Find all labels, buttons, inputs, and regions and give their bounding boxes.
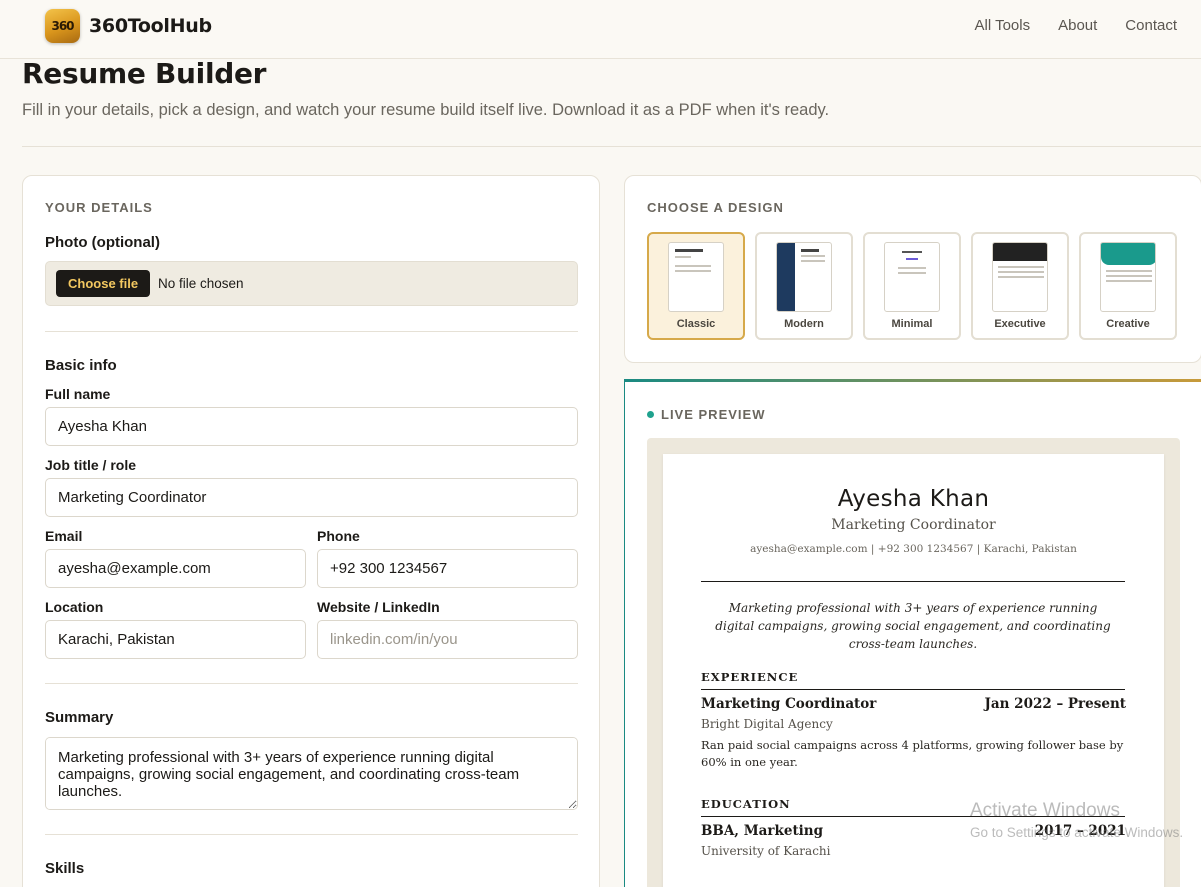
executive-thumbnail-icon — [992, 242, 1048, 312]
logo-text: 360 — [51, 19, 74, 33]
choose-file-button[interactable]: Choose file — [56, 270, 151, 297]
design-name: Creative — [1106, 318, 1150, 330]
photo-upload: Choose file No file chosen — [45, 261, 578, 306]
summary-heading: Summary — [45, 709, 114, 726]
email-input[interactable] — [45, 549, 306, 588]
resume-job-dates: Jan 2022 – Present — [984, 696, 1126, 712]
resume-school: University of Karachi — [701, 844, 831, 858]
design-name: Modern — [784, 318, 824, 330]
nav-link-about[interactable]: About — [1058, 17, 1097, 34]
file-status: No file chosen — [158, 276, 244, 291]
resume-degree: BBA, Marketing — [701, 823, 824, 839]
classic-thumbnail-icon — [668, 242, 724, 312]
divider — [45, 834, 578, 835]
brand-logo-icon[interactable]: 360 — [45, 9, 80, 43]
resume-rule — [701, 581, 1125, 582]
design-option-minimal[interactable]: Minimal — [863, 232, 961, 340]
summary-textarea[interactable]: Marketing professional with 3+ years of … — [45, 737, 578, 810]
resume-job-desc: Ran paid social campaigns across 4 platf… — [701, 738, 1124, 769]
preview-heading: LIVE PREVIEW — [661, 407, 766, 422]
brand-name[interactable]: 360ToolHub — [89, 15, 212, 37]
resume-page: Ayesha Khan Marketing Coordinator ayesha… — [663, 454, 1164, 887]
modern-thumbnail-icon — [776, 242, 832, 312]
email-label: Email — [45, 528, 83, 544]
design-options: Classic Modern Minimal Executive Creativ… — [647, 232, 1177, 340]
section-divider — [22, 146, 1201, 147]
design-name: Classic — [676, 318, 716, 330]
full-name-label: Full name — [45, 386, 111, 402]
resume-job-org: Bright Digital Agency — [701, 717, 833, 731]
resume-summary: Marketing professional with 3+ years of … — [715, 601, 1111, 651]
resume-education-heading: EDUCATION — [701, 797, 791, 811]
resume-role: Marketing Coordinator — [831, 517, 996, 533]
photo-label: Photo (optional) — [45, 234, 160, 251]
nav-link-all-tools[interactable]: All Tools — [975, 17, 1031, 34]
phone-label: Phone — [317, 528, 360, 544]
design-heading: CHOOSE A DESIGN — [647, 200, 784, 215]
phone-input[interactable] — [317, 549, 578, 588]
resume-name: Ayesha Khan — [837, 486, 990, 512]
design-option-creative[interactable]: Creative — [1079, 232, 1177, 340]
resume-job-title: Marketing Coordinator — [701, 696, 877, 712]
full-name-input[interactable] — [45, 407, 578, 446]
nav-link-contact[interactable]: Contact — [1125, 17, 1177, 34]
job-title-input[interactable] — [45, 478, 578, 517]
website-input[interactable] — [317, 620, 578, 659]
top-navbar: 360 360ToolHub All Tools About Contact — [0, 0, 1201, 59]
design-name: Executive — [994, 318, 1046, 330]
basic-info-heading: Basic info — [45, 357, 117, 374]
design-card: CHOOSE A DESIGN Classic Modern Minimal E… — [624, 175, 1201, 363]
creative-thumbnail-icon — [1100, 242, 1156, 312]
divider — [45, 683, 578, 684]
design-name: Minimal — [891, 318, 933, 330]
activate-windows-subtitle: Go to Settings to activate Windows. — [970, 825, 1184, 840]
divider — [45, 331, 578, 332]
main-nav: All Tools About Contact — [975, 17, 1178, 34]
details-heading: YOUR DETAILS — [45, 200, 153, 215]
page-title: Resume Builder — [22, 57, 267, 90]
location-input[interactable] — [45, 620, 306, 659]
location-label: Location — [45, 599, 104, 615]
resume-experience-heading: EXPERIENCE — [701, 670, 799, 684]
resume-rule — [701, 689, 1125, 690]
job-title-label: Job title / role — [45, 457, 137, 473]
design-option-executive[interactable]: Executive — [971, 232, 1069, 340]
page-subtitle: Fill in your details, pick a design, and… — [22, 101, 830, 119]
resume-contact: ayesha@example.com | +92 300 1234567 | K… — [750, 543, 1077, 555]
skills-heading: Skills — [45, 860, 85, 877]
minimal-thumbnail-icon — [884, 242, 940, 312]
details-card: YOUR DETAILS Photo (optional) Choose fil… — [22, 175, 600, 887]
design-option-classic[interactable]: Classic — [647, 232, 745, 340]
activate-windows-title: Activate Windows — [970, 800, 1120, 821]
design-option-modern[interactable]: Modern — [755, 232, 853, 340]
live-indicator-icon — [647, 411, 654, 418]
website-label: Website / LinkedIn — [317, 599, 440, 615]
